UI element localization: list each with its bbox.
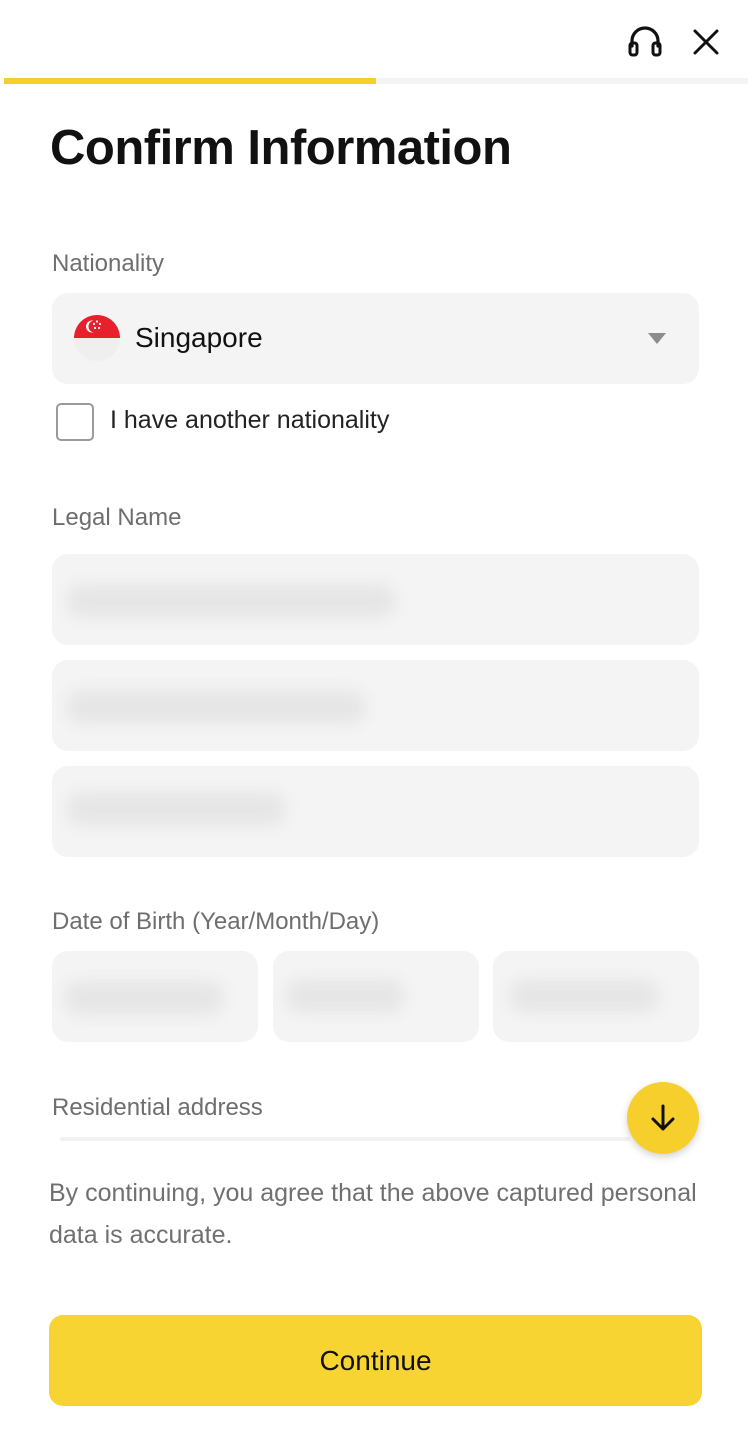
singapore-flag-icon xyxy=(74,315,120,361)
residential-address-divider xyxy=(60,1137,630,1141)
progress-bar xyxy=(4,78,748,84)
dob-day-field[interactable] xyxy=(493,951,699,1042)
middle-name-field[interactable] xyxy=(52,660,699,751)
arrow-down-icon xyxy=(651,1104,675,1131)
headset-icon[interactable] xyxy=(625,22,665,62)
continue-button[interactable]: Continue xyxy=(49,1315,702,1406)
dob-label: Date of Birth (Year/Month/Day) xyxy=(52,908,380,935)
scroll-down-button[interactable] xyxy=(627,1082,699,1154)
dob-month-field[interactable] xyxy=(273,951,479,1042)
another-nationality-checkbox[interactable] xyxy=(56,403,94,441)
residential-address-label: Residential address xyxy=(52,1094,263,1121)
first-name-field[interactable] xyxy=(52,554,699,645)
nationality-label: Nationality xyxy=(52,250,165,277)
page-title: Confirm Information xyxy=(50,121,512,175)
progress-bar-fill xyxy=(4,78,376,84)
close-icon[interactable] xyxy=(686,22,726,62)
another-nationality-label: I have another nationality xyxy=(110,406,390,434)
last-name-field[interactable] xyxy=(52,766,699,857)
legal-name-label: Legal Name xyxy=(52,504,182,531)
nationality-value: Singapore xyxy=(135,322,263,353)
chevron-down-icon xyxy=(648,333,666,344)
nationality-select[interactable]: Singapore xyxy=(52,293,699,384)
dob-year-field[interactable] xyxy=(52,951,258,1042)
disclaimer-text: By continuing, you agree that the above … xyxy=(49,1179,697,1249)
